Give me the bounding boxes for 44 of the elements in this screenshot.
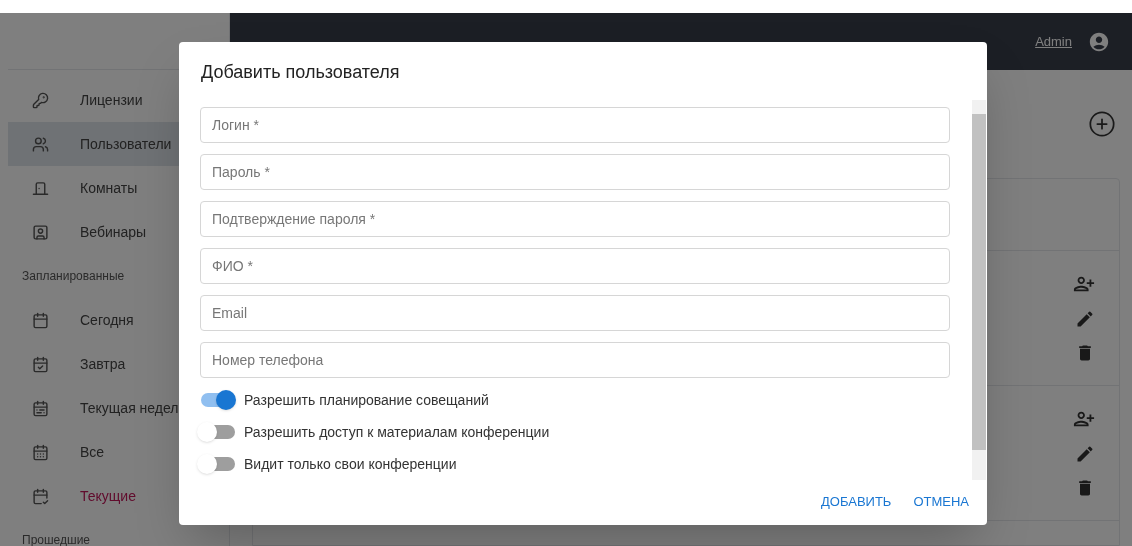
- sidebar-label: Комнаты: [80, 178, 138, 198]
- calendar-icon: [32, 399, 49, 417]
- sidebar-item[interactable]: Текущая недел: [8, 386, 229, 430]
- toggle-switch[interactable]: [200, 422, 236, 442]
- input-field[interactable]: Пароль *: [200, 154, 950, 190]
- section-heading: Прошедшие: [22, 532, 90, 546]
- dialog-button[interactable]: ДОБАВИТЬ: [813, 486, 900, 518]
- sidebar-item[interactable]: Все: [8, 430, 229, 474]
- calendar-icon: [32, 443, 49, 461]
- toggle-label: Видит только свои конференции: [244, 454, 457, 474]
- sidebar-label: Лицензии: [80, 90, 143, 110]
- toggle-switch[interactable]: [200, 454, 236, 474]
- sidebar-item[interactable]: Текущие: [8, 474, 229, 518]
- user-link[interactable]: Admin: [1035, 31, 1072, 52]
- section-heading: Запланированные: [22, 268, 125, 285]
- calendar-check-icon: [32, 487, 49, 505]
- sidebar-label: Сегодня: [80, 310, 134, 330]
- toggle-label: Разрешить доступ к материалам конференции: [244, 422, 550, 442]
- person-card-icon: [32, 223, 49, 241]
- input-field[interactable]: ФИО *: [200, 248, 950, 284]
- dialog-button[interactable]: ОТМЕНА: [905, 486, 977, 518]
- toggle-switch[interactable]: [200, 390, 236, 410]
- add-icon[interactable]: [1088, 110, 1116, 138]
- edit-icon[interactable]: [1075, 444, 1095, 464]
- toggle-label: Разрешить планирование совещаний: [244, 390, 489, 410]
- door-icon: [32, 179, 49, 197]
- input-field[interactable]: Подтверждение пароля *: [200, 201, 950, 237]
- calendar-icon: [32, 311, 49, 329]
- sidebar-label: Все: [80, 442, 105, 462]
- scrollbar[interactable]: [972, 100, 986, 480]
- sidebar-label: Завтра: [80, 354, 126, 374]
- edit-icon[interactable]: [1075, 309, 1095, 329]
- input-field[interactable]: Номер телефона: [200, 342, 950, 378]
- dialog-title: Добавить пользователя: [200, 61, 401, 84]
- sidebar-label: Пользователи: [80, 134, 172, 154]
- sidebar-label: Текущие: [80, 486, 136, 506]
- user-avatar-icon[interactable]: [1088, 30, 1110, 53]
- key-icon: [32, 91, 49, 109]
- sidebar-label: Вебинары: [80, 222, 147, 242]
- input-field[interactable]: Email: [200, 295, 950, 331]
- sidebar-label: Текущая недел: [80, 398, 179, 418]
- input-field[interactable]: Логин *: [200, 107, 950, 143]
- calendar-icon: [32, 355, 49, 373]
- people-icon: [32, 135, 49, 153]
